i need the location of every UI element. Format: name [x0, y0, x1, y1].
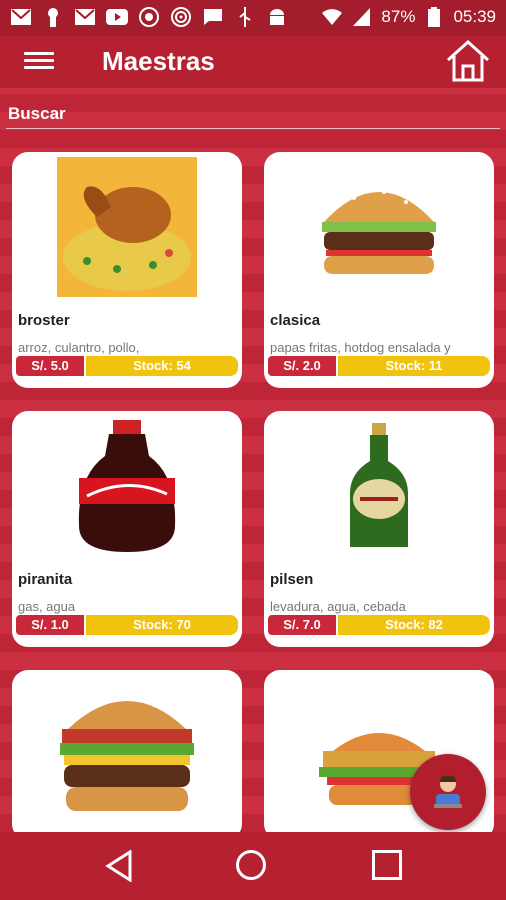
battery-percent: 87% — [381, 7, 416, 26]
wifi-icon — [321, 6, 343, 28]
product-image — [12, 676, 242, 826]
price-badge: S/. 2.0 — [268, 356, 336, 376]
price-stock-row: S/. 1.0 Stock: 70 — [16, 615, 238, 635]
gmail-icon — [10, 6, 32, 28]
usb-icon — [234, 6, 256, 28]
back-button[interactable] — [104, 849, 134, 887]
product-name: clasica — [270, 312, 321, 329]
product-description: gas, agua — [18, 599, 76, 614]
recents-button[interactable] — [372, 850, 402, 880]
menu-button[interactable] — [24, 48, 54, 74]
youtube-icon — [106, 6, 128, 28]
clock: 05:39 — [453, 7, 496, 26]
product-card-clasica[interactable]: clasica papas fritas, hotdog ensalada y … — [264, 152, 494, 388]
chrome-icon — [138, 6, 160, 28]
app-bar: Maestras — [0, 36, 506, 88]
target-icon — [170, 6, 192, 28]
product-name: pilsen — [270, 571, 314, 588]
profile-fab[interactable] — [410, 754, 486, 830]
stock-badge: Stock: 11 — [338, 356, 490, 376]
price-stock-row: S/. 5.0 Stock: 54 — [16, 356, 238, 376]
product-card-pilsen[interactable]: pilsen levadura, agua, cebada S/. 7.0 St… — [264, 411, 494, 647]
product-image — [264, 152, 494, 302]
search-underline — [6, 128, 500, 129]
home-nav-button[interactable] — [236, 850, 266, 880]
search-label: Buscar — [8, 104, 66, 123]
product-card-bacon-burger[interactable] — [12, 670, 242, 840]
status-bar: 87% 05:39 — [0, 0, 506, 36]
menu-icon — [24, 52, 54, 55]
search-field[interactable]: Buscar — [0, 92, 506, 130]
gmail-icon — [74, 6, 96, 28]
product-card-broster[interactable]: broster arroz, culantro, pollo, S/. 5.0 … — [12, 152, 242, 388]
price-stock-row: S/. 2.0 Stock: 11 — [268, 356, 490, 376]
back-icon — [105, 849, 132, 883]
price-badge: S/. 1.0 — [16, 615, 84, 635]
signal-icon — [351, 6, 373, 28]
product-card-piranita[interactable]: piranita gas, agua S/. 1.0 Stock: 70 — [12, 411, 242, 647]
stock-badge: Stock: 82 — [338, 615, 490, 635]
stock-badge: Stock: 70 — [86, 615, 238, 635]
stock-badge: Stock: 54 — [86, 356, 238, 376]
page-title: Maestras — [102, 46, 215, 76]
message-icon — [202, 6, 224, 28]
user-avatar-icon — [434, 775, 462, 808]
product-name: broster — [18, 312, 70, 329]
android-icon — [266, 6, 288, 28]
product-description: levadura, agua, cebada — [270, 599, 406, 614]
price-badge: S/. 7.0 — [268, 615, 336, 635]
product-name: piranita — [18, 571, 73, 588]
price-stock-row: S/. 7.0 Stock: 82 — [268, 615, 490, 635]
product-description: papas fritas, hotdog ensalada y — [270, 340, 451, 355]
battery-icon — [423, 6, 445, 28]
product-image — [12, 152, 242, 302]
keyhole-icon — [42, 6, 64, 28]
home-button[interactable] — [444, 38, 492, 84]
system-nav-bar — [0, 832, 506, 900]
price-badge: S/. 5.0 — [16, 356, 84, 376]
product-image — [12, 411, 242, 561]
product-description: arroz, culantro, pollo, — [18, 340, 140, 355]
home-icon — [446, 39, 490, 82]
product-image — [264, 411, 494, 561]
